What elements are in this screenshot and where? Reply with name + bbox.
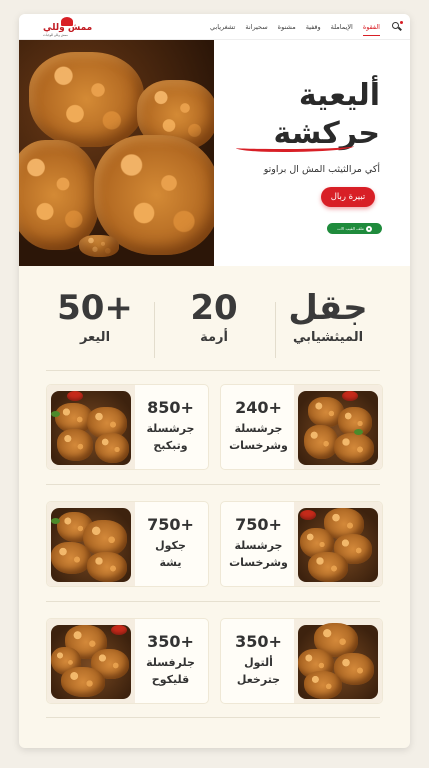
product-info: 350+ ألتول جترخعل	[221, 619, 296, 703]
stat-label: اليعر	[79, 330, 111, 345]
product-image	[294, 502, 382, 586]
product-count: 240+	[235, 398, 282, 417]
product-count: 350+	[147, 632, 194, 651]
nav-item-4[interactable]: مشنوة	[278, 21, 296, 33]
product-count: 750+	[235, 515, 282, 534]
stats-section: جقل الميثشيابي 20 أرمة 50+ اليعر	[19, 266, 410, 372]
product-name: جرشسلة	[146, 422, 195, 435]
product-name: جرشسلة	[234, 539, 283, 552]
product-card[interactable]: 240+ جرشسلة وشرخسات	[220, 384, 383, 470]
product-name: جلرفسلة	[146, 656, 195, 669]
product-name: جكول	[155, 539, 186, 552]
stat-value: 50+	[57, 288, 133, 328]
product-name: جرشسلة	[234, 422, 283, 435]
nav-item-3[interactable]: وقفية	[306, 21, 321, 33]
product-desc: قليكوح	[151, 673, 190, 686]
product-card[interactable]: 350+ جلرفسلة قليكوح	[46, 618, 209, 704]
nav-item-6[interactable]: تشغريابي	[210, 21, 235, 33]
product-info: 240+ جرشسلة وشرخسات	[221, 385, 296, 469]
product-card[interactable]: 750+ جكول يشة	[46, 501, 209, 587]
product-image	[294, 385, 382, 469]
product-count: 350+	[235, 632, 282, 651]
divider-line	[46, 601, 380, 602]
whatsapp-icon	[365, 225, 372, 232]
nav-item-5[interactable]: سحيرانة	[245, 21, 267, 33]
product-card[interactable]: 350+ ألتول جترخعل	[220, 618, 383, 704]
product-desc: وشرخسات	[229, 439, 288, 452]
product-desc: يشة	[159, 556, 182, 569]
stat-label: الميثشيابي	[292, 330, 364, 345]
order-now-button[interactable]: تبيرة ربال	[321, 187, 375, 207]
product-name: ألتول	[244, 656, 273, 669]
hero-subtitle: أكي مرالثيثب المش ال براوتو	[263, 164, 380, 175]
stat-item-2: 20 أرمة	[159, 288, 269, 345]
notification-dot	[400, 21, 403, 24]
stat-item-1: جقل الميثشيابي	[273, 288, 383, 345]
product-image	[47, 619, 135, 703]
nav-item-2[interactable]: الإيماملة	[331, 21, 353, 33]
divider-line	[46, 717, 380, 718]
nav-item-1[interactable]: الفقوة	[362, 21, 381, 36]
divider-line	[46, 484, 380, 485]
stat-label: أرمة	[200, 330, 228, 345]
stat-item-3: 50+ اليعر	[40, 288, 150, 345]
main-nav: الفقوة الإيماملة وقفية مشنوة سحيرانة تشغ…	[210, 14, 381, 40]
divider-line	[46, 370, 380, 371]
logo-subtext: ممش وللي للوجبات	[43, 33, 68, 37]
product-image	[47, 385, 135, 469]
stat-value: 20	[190, 288, 238, 328]
hero-content: أليعية حركشة أكي مرالثيثب المش ال براوتو…	[214, 40, 410, 266]
product-card[interactable]: 850+ جرشسلة وتبكبح	[46, 384, 209, 470]
product-info: 350+ جلرفسلة قليكوح	[133, 619, 208, 703]
whatsapp-button[interactable]: ملف القيب الات	[327, 223, 382, 234]
brand-logo[interactable]: ممش وللي ممش وللي للوجبات	[41, 17, 92, 37]
product-image	[294, 619, 382, 703]
product-count: 750+	[147, 515, 194, 534]
product-info: 750+ جرشسلة وشرخسات	[221, 502, 296, 586]
product-count: 850+	[147, 398, 194, 417]
stat-value: جقل	[288, 288, 368, 328]
top-navbar: ممش وللي ممش وللي للوجبات الفقوة الإيمام…	[19, 14, 410, 40]
product-card[interactable]: 750+ جرشسلة وشرخسات	[220, 501, 383, 587]
product-desc: وشرخسات	[229, 556, 288, 569]
product-info: 750+ جكول يشة	[133, 502, 208, 586]
logo-text: ممش وللي	[43, 23, 93, 33]
stat-divider	[154, 302, 155, 358]
product-desc: وتبكبح	[153, 439, 188, 452]
hero-title-line1: أليعية	[298, 78, 380, 113]
page-card: ممش وللي ممش وللي للوجبات الفقوة الإيمام…	[19, 14, 410, 748]
product-desc: جترخعل	[236, 673, 281, 686]
stat-divider	[275, 302, 276, 358]
hero-image-fried-chicken	[19, 40, 214, 266]
whatsapp-label: ملف القيب الات	[337, 226, 364, 231]
product-info: 850+ جرشسلة وتبكبح	[133, 385, 208, 469]
product-image	[47, 502, 135, 586]
